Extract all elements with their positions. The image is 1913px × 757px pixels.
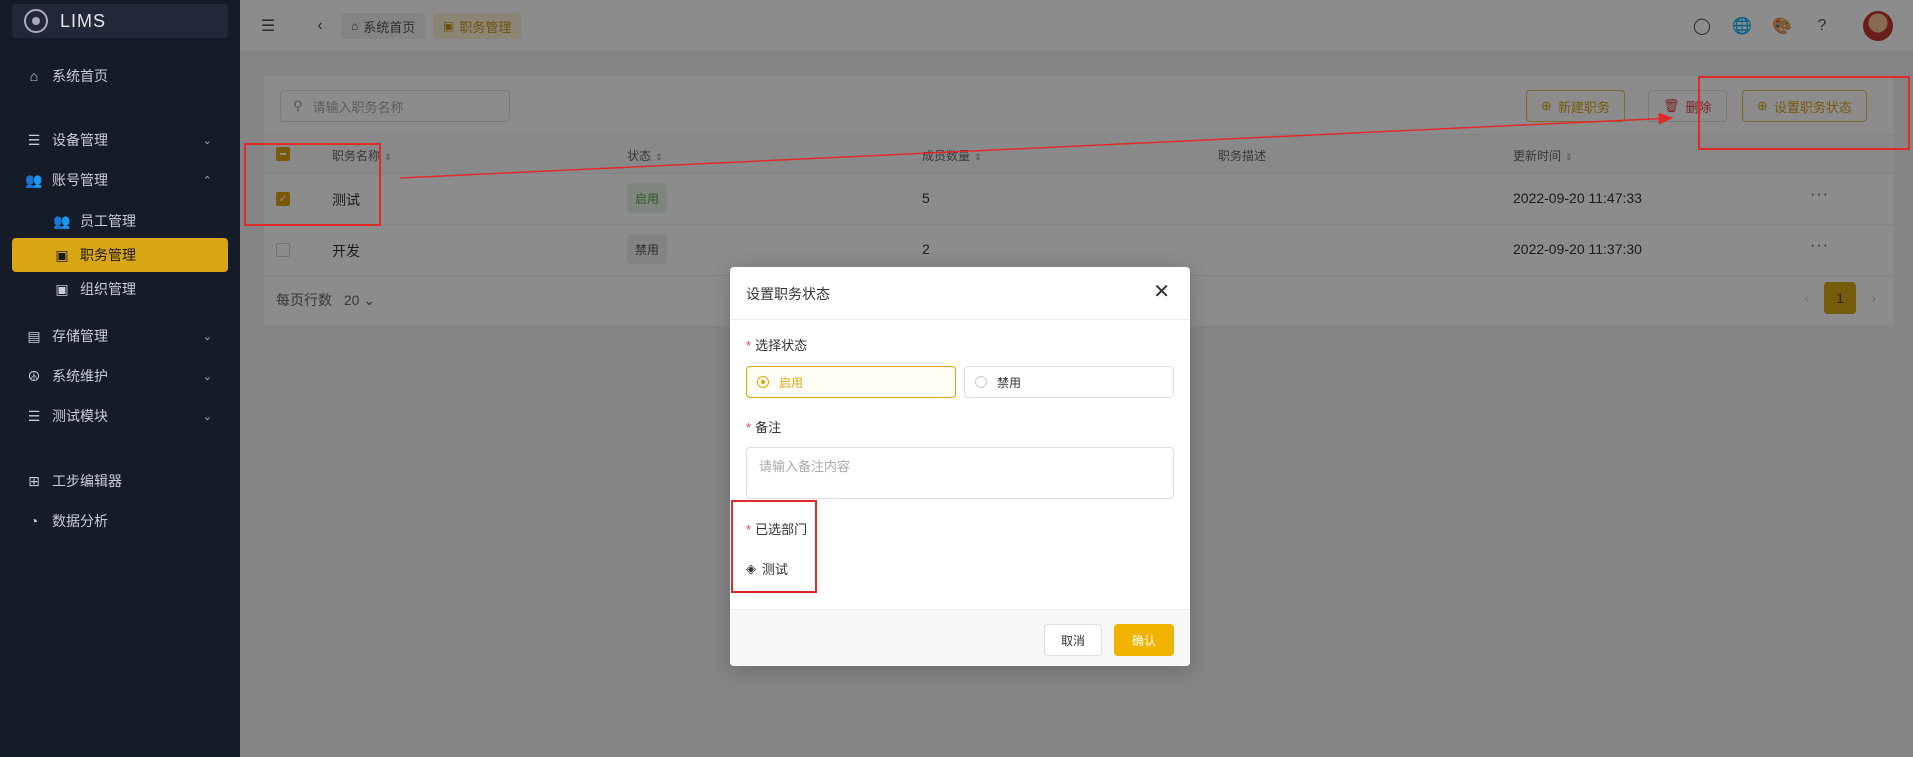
chevron-down-icon: ⌄ bbox=[202, 410, 212, 423]
sidebar-item-accounts[interactable]: 👥 账号管理 ⌃ bbox=[12, 163, 228, 197]
id-card-icon: ▣ bbox=[55, 246, 69, 263]
status-field-label: * 选择状态 bbox=[746, 338, 808, 353]
required-mark: * bbox=[746, 338, 752, 353]
sidebar-item-label: 设备管理 bbox=[52, 132, 108, 148]
status-option-disabled[interactable]: 禁用 bbox=[964, 366, 1174, 398]
logo-icon bbox=[24, 9, 48, 33]
sidebar-item-label: 员工管理 bbox=[80, 213, 136, 229]
sidebar-item-employees[interactable]: 👥 员工管理 bbox=[12, 204, 228, 238]
confirm-button[interactable]: 确认 bbox=[1113, 624, 1174, 656]
radio-icon bbox=[757, 376, 769, 388]
sidebar-item-step-editor[interactable]: ⊞ 工步编辑器 bbox=[12, 464, 228, 498]
sidebar-item-data-analysis[interactable]: ◔ 数据分析 bbox=[12, 504, 228, 538]
annotation-box-button bbox=[1698, 76, 1910, 150]
sidebar-item-organization[interactable]: ▣ 组织管理 bbox=[12, 272, 228, 306]
annotation-box-row bbox=[244, 143, 381, 226]
option-label: 启用 bbox=[779, 375, 804, 390]
sidebar-item-label: 存储管理 bbox=[52, 328, 108, 344]
sidebar: LIMS ⌂ 系统首页 ☰ 设备管理 ⌄ 👥 账号管理 ⌃ 👥 员工管理 ▣ 职… bbox=[0, 0, 240, 757]
sidebar-item-label: 组织管理 bbox=[80, 281, 136, 297]
sidebar-item-label: 系统首页 bbox=[52, 68, 108, 84]
chevron-down-icon: ⌄ bbox=[202, 370, 212, 383]
required-mark: * bbox=[746, 420, 752, 435]
sidebar-item-label: 测试模块 bbox=[52, 408, 108, 424]
chevron-up-icon: ⌃ bbox=[202, 174, 212, 187]
remark-placeholder: 请输入备注内容 bbox=[759, 459, 851, 474]
users-icon: 👥 bbox=[53, 212, 71, 229]
sidebar-item-label: 职务管理 bbox=[80, 247, 136, 263]
remark-field-label: * 备注 bbox=[746, 420, 782, 435]
sidebar-item-label: 系统维护 bbox=[52, 368, 108, 384]
sidebar-item-label: 工步编辑器 bbox=[52, 473, 122, 489]
sidebar-item-storage[interactable]: ▤ 存储管理 ⌄ bbox=[12, 319, 228, 353]
peace-icon: ☮ bbox=[27, 367, 41, 384]
list-icon: ☰ bbox=[27, 407, 41, 424]
sidebar-item-test-module[interactable]: ☰ 测试模块 ⌄ bbox=[12, 399, 228, 433]
storage-icon: ▤ bbox=[27, 327, 41, 344]
option-label: 禁用 bbox=[997, 375, 1022, 390]
sidebar-item-devices[interactable]: ☰ 设备管理 ⌄ bbox=[12, 123, 228, 157]
pie-chart-icon: ◔ bbox=[29, 513, 39, 529]
sidebar-item-home[interactable]: ⌂ 系统首页 bbox=[12, 59, 228, 93]
dialog-footer: 取消 确认 bbox=[730, 609, 1190, 666]
home-icon: ⌂ bbox=[29, 68, 39, 84]
chevron-down-icon: ⌄ bbox=[202, 134, 212, 147]
app-logo[interactable]: LIMS bbox=[12, 4, 228, 38]
dialog-title: 设置职务状态 bbox=[746, 286, 830, 302]
divider bbox=[730, 319, 1190, 320]
set-status-dialog: 设置职务状态 ✕ * 选择状态 启用 禁用 * 备注 请输入备注内容 * 已选部门 ◈… bbox=[730, 267, 1190, 666]
id-card-icon: ▣ bbox=[55, 280, 69, 297]
grid-icon: ⊞ bbox=[28, 472, 40, 489]
list-icon: ☰ bbox=[27, 131, 41, 148]
cancel-button[interactable]: 取消 bbox=[1043, 624, 1102, 656]
status-option-enabled[interactable]: 启用 bbox=[746, 366, 956, 398]
chevron-down-icon: ⌄ bbox=[202, 330, 212, 343]
remark-textarea[interactable]: 请输入备注内容 bbox=[746, 447, 1174, 499]
app-name: LIMS bbox=[60, 10, 107, 31]
sidebar-item-label: 数据分析 bbox=[52, 513, 108, 529]
annotation-box-dept bbox=[731, 500, 817, 593]
radio-icon bbox=[975, 376, 987, 388]
users-icon: 👥 bbox=[25, 171, 43, 188]
close-icon[interactable]: ✕ bbox=[1153, 279, 1170, 304]
sidebar-item-label: 账号管理 bbox=[52, 172, 108, 188]
sidebar-item-positions[interactable]: ▣ 职务管理 bbox=[12, 238, 228, 272]
sidebar-item-maintenance[interactable]: ☮ 系统维护 ⌄ bbox=[12, 359, 228, 393]
